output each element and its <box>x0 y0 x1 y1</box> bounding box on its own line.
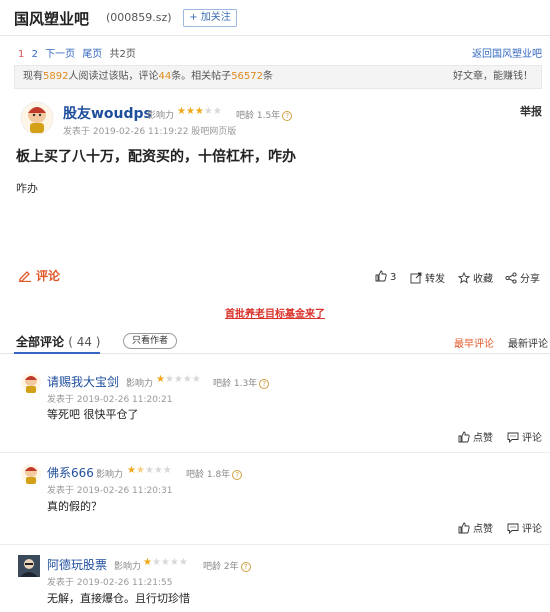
comment-avatar[interactable] <box>20 372 42 394</box>
comment-timestamp: 发表于 2019-02-26 11:20:31 <box>47 486 173 496</box>
tab-earliest-comments[interactable]: 最早评论 <box>454 335 494 350</box>
comment-author-age: 吧龄 2年? <box>203 559 251 572</box>
pen-icon <box>19 271 31 282</box>
tab-all-comments[interactable]: 全部评论 ( 44 ) <box>16 333 100 350</box>
stats-mid1: 人阅读过该贴，评论 <box>68 71 159 82</box>
forum-name[interactable]: 国风塑业吧 <box>14 8 89 29</box>
comment-like-button[interactable]: 点赞 <box>458 429 493 444</box>
stats-bar: 现有5892人阅读过该贴，评论44条。相关帖子56572条 好文章，能赚钱！ <box>14 65 542 89</box>
last-page-link[interactable]: 尾页 <box>82 49 102 60</box>
help-icon[interactable]: ? <box>240 561 251 572</box>
comment-author-age: 吧龄 1.3年? <box>213 376 270 389</box>
comment-divider <box>0 452 550 453</box>
stats-prefix: 现有 <box>23 71 43 82</box>
next-page-link[interactable]: 下一页 <box>45 49 75 60</box>
comment-divider <box>0 544 550 545</box>
comment-body: 真的假的？ <box>47 500 102 513</box>
thumbs-up-icon <box>458 431 470 443</box>
like-button[interactable]: 3 <box>375 270 396 283</box>
related-count: 56572 <box>231 71 263 82</box>
forum-header: 国风塑业吧 (000859.sz) + 加关注 <box>0 0 550 36</box>
comment-reply-button[interactable]: 评论 <box>507 429 542 444</box>
comment-tabs: 全部评论 ( 44 ) 只看作者 最早评论 最新评论 <box>0 328 550 354</box>
post-influence-label: 影响力 <box>147 111 175 121</box>
comment-influence-label: 影响力 <box>126 379 154 389</box>
share-label: 分享 <box>520 274 540 285</box>
comment-body: 等死吧 很快平仓了 <box>47 408 139 421</box>
comment-influence-stars: ★★★★★ <box>156 374 201 385</box>
forward-label: 转发 <box>425 274 445 285</box>
tab-newest-comments[interactable]: 最新评论 <box>508 335 548 350</box>
post-author-name[interactable]: 股友woudps <box>63 103 152 123</box>
comment-bubble-icon <box>507 523 519 534</box>
collect-button[interactable]: 收藏 <box>458 270 493 285</box>
comment-count: 44 <box>158 71 172 82</box>
stats-suffix: 条 <box>263 71 273 82</box>
promo-slogan[interactable]: 好文章，能赚钱！ <box>453 66 533 88</box>
stats-mid2: 条。相关帖子 <box>171 71 232 82</box>
comment-avatar[interactable] <box>20 463 42 485</box>
help-icon[interactable]: ? <box>232 469 243 480</box>
collect-label: 收藏 <box>473 274 493 285</box>
back-to-forum-link[interactable]: 返回国风塑业吧 <box>472 45 542 60</box>
star-icon <box>458 272 470 284</box>
comment-author-name[interactable]: 佛系666 <box>47 464 94 481</box>
post-timestamp: 发表于 2019-02-26 11:19:22 股吧网页版 <box>63 127 237 137</box>
comment-label: 评论 <box>36 269 61 283</box>
follow-button[interactable]: + 加关注 <box>183 9 237 27</box>
comment-body: 无解，直接爆仓。且行切珍惜 <box>47 592 190 605</box>
thumbs-up-icon <box>375 270 387 282</box>
help-icon[interactable]: ? <box>282 110 293 121</box>
post-influence-stars: ★★★★★ <box>177 106 222 117</box>
comment-influence-label: 影响力 <box>114 562 142 572</box>
reader-count: 5892 <box>43 71 69 82</box>
comment-author-name[interactable]: 请赐我大宝剑 <box>47 373 119 390</box>
like-count: 3 <box>390 272 397 283</box>
all-comment-count: ( 44 ) <box>68 335 101 349</box>
report-button[interactable]: 举报 <box>520 103 542 119</box>
only-author-toggle[interactable]: 只看作者 <box>123 333 177 349</box>
help-icon[interactable]: ? <box>259 378 270 389</box>
comment-reply-button[interactable]: 评论 <box>507 520 542 535</box>
comment-timestamp: 发表于 2019-02-26 11:21:55 <box>47 578 173 588</box>
share-button[interactable]: 分享 <box>505 270 540 285</box>
forward-button[interactable]: 转发 <box>410 270 445 285</box>
comment-influence-stars: ★★★★★ <box>127 465 172 476</box>
comment-bubble-icon <box>507 432 519 443</box>
post-body: 咋办 <box>16 182 38 195</box>
forward-icon <box>410 272 422 284</box>
comment-author-age: 吧龄 1.8年? <box>186 467 243 480</box>
comment-like-button[interactable]: 点赞 <box>458 520 493 535</box>
stock-code: (000859.sz) <box>106 11 172 24</box>
write-comment-button[interactable]: 评论 <box>18 267 60 284</box>
comment-influence-label: 影响力 <box>96 470 124 480</box>
promo-link[interactable]: 首批养老目标基金来了 <box>0 305 550 320</box>
total-pages: 共2页 <box>109 49 136 60</box>
thumbs-up-icon <box>458 522 470 534</box>
post-title: 板上买了八十万，配资买的，十倍杠杆，咋办 <box>16 149 296 165</box>
comment-author-name[interactable]: 阿德玩股票 <box>47 556 107 573</box>
pagination: 1 2 下一页 尾页 共2页 <box>18 45 140 60</box>
comment-avatar[interactable] <box>18 555 40 577</box>
active-tab-indicator <box>14 352 100 354</box>
page-2-link[interactable]: 2 <box>32 49 38 60</box>
comment-timestamp: 发表于 2019-02-26 11:20:21 <box>47 395 173 405</box>
comment-influence-stars: ★★★★★ <box>143 557 188 568</box>
page-1-link[interactable]: 1 <box>18 49 24 60</box>
share-icon <box>505 272 517 284</box>
post-author-age: 吧龄 1.5年? <box>236 108 293 121</box>
post-author-avatar[interactable] <box>20 101 54 135</box>
